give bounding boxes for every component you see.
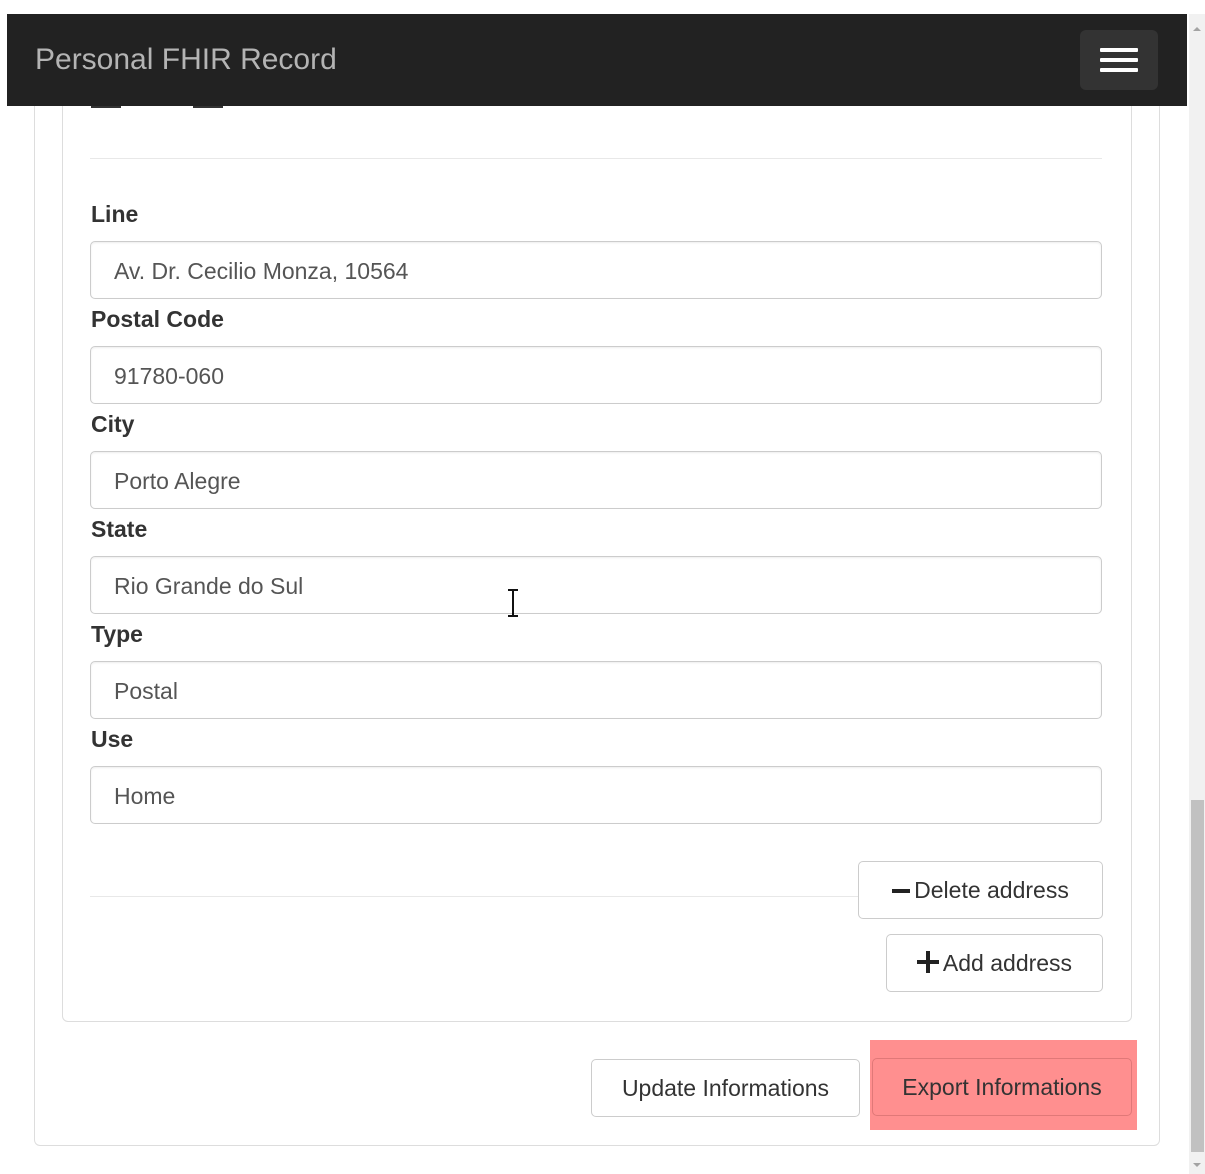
state-value: Rio Grande do Sul — [114, 573, 304, 599]
scroll-down-arrow-icon[interactable] — [1192, 1160, 1202, 1170]
add-address-label: Add address — [942, 950, 1073, 976]
type-value: Postal — [114, 678, 178, 704]
line-value: Av. Dr. Cecilio Monza, 10564 — [114, 258, 409, 284]
scroll-up-arrow-icon[interactable] — [1192, 24, 1202, 34]
delete-address-label: Delete address — [914, 877, 1069, 903]
plus-icon — [916, 937, 939, 993]
use-value: Home — [114, 783, 176, 809]
delete-address-button[interactable]: Delete address — [858, 861, 1103, 919]
postal-code-label: Postal Code — [91, 306, 224, 332]
city-value: Porto Alegre — [114, 468, 241, 494]
use-label: Use — [91, 726, 134, 752]
state-label: State — [91, 516, 148, 542]
line-input[interactable]: Av. Dr. Cecilio Monza, 10564 — [90, 241, 1102, 299]
use-input[interactable]: Home — [90, 766, 1102, 824]
city-label: City — [91, 411, 135, 437]
city-input[interactable]: Porto Alegre — [90, 451, 1102, 509]
navbar: Personal FHIR Record — [7, 14, 1187, 106]
type-input[interactable]: Postal — [90, 661, 1102, 719]
minus-icon — [892, 864, 911, 920]
add-address-button[interactable]: Add address — [886, 934, 1103, 992]
scrollbar-thumb[interactable] — [1191, 800, 1204, 1152]
state-input[interactable]: Rio Grande do Sul — [90, 556, 1102, 614]
update-informations-button[interactable]: Update Informations — [591, 1059, 860, 1117]
menu-toggle-button[interactable] — [1080, 30, 1158, 90]
divider — [90, 158, 1102, 159]
postal-code-value: 91780-060 — [114, 363, 224, 389]
export-informations-label: Export Informations — [902, 1074, 1102, 1100]
postal-code-input[interactable]: 91780-060 — [90, 346, 1102, 404]
update-informations-label: Update Informations — [621, 1075, 830, 1101]
type-label: Type — [91, 621, 143, 647]
text-cursor-icon — [508, 589, 518, 617]
export-informations-button[interactable]: Export Informations — [872, 1058, 1132, 1116]
line-label: Line — [91, 201, 139, 227]
brand-title[interactable]: Personal FHIR Record — [35, 14, 337, 106]
